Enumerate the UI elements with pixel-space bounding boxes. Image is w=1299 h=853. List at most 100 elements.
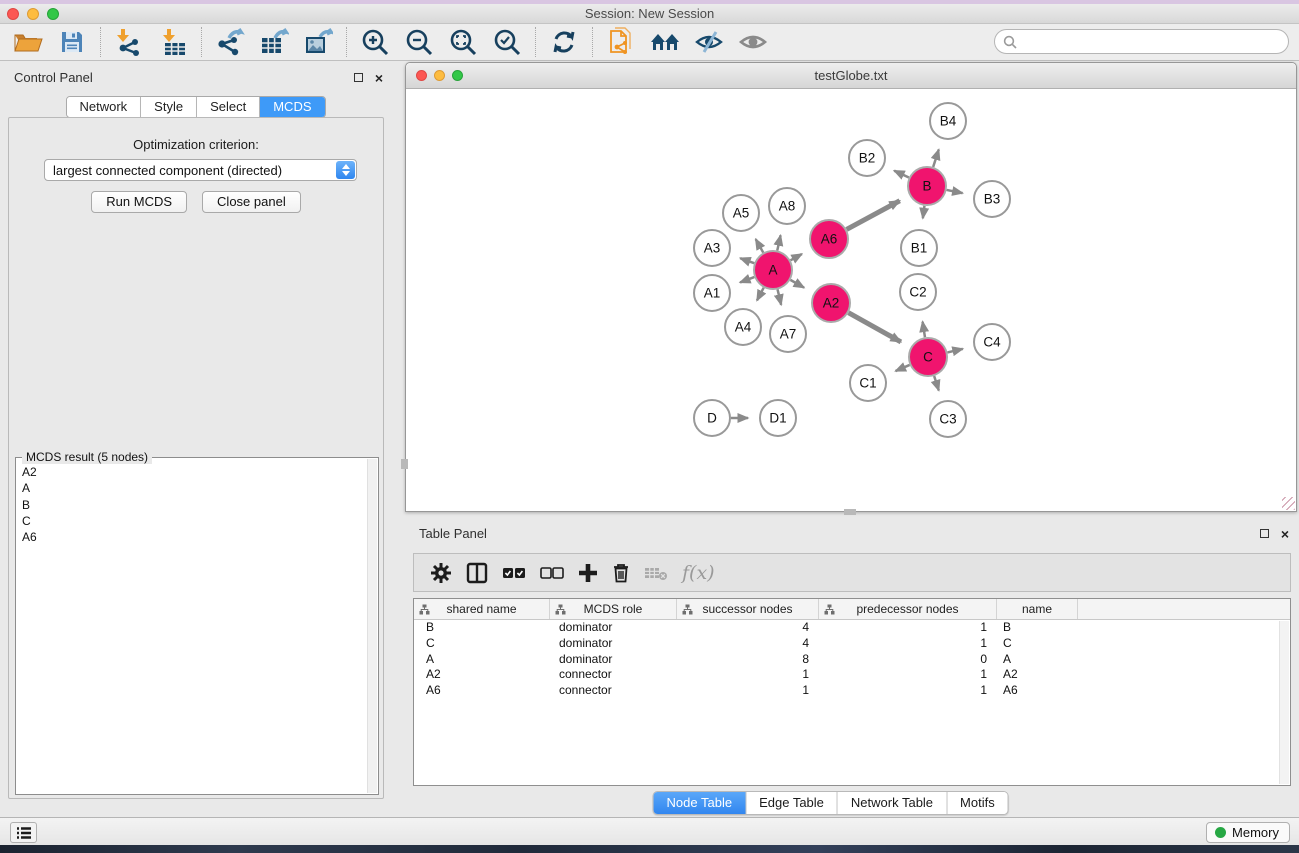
node-A5[interactable]: A5 <box>723 195 759 231</box>
node-A[interactable]: A <box>754 251 792 289</box>
table-row[interactable]: A6connector11A6 <box>414 683 1290 699</box>
node-D[interactable]: D <box>694 400 730 436</box>
cell[interactable]: dominator <box>550 636 677 652</box>
float-panel-icon[interactable] <box>354 73 363 82</box>
result-item[interactable]: A <box>18 480 366 496</box>
edge-A-A7[interactable] <box>778 289 782 304</box>
edge-C-C3[interactable] <box>934 376 939 390</box>
result-item[interactable]: B <box>18 497 366 513</box>
delete-column-button[interactable] <box>612 558 630 588</box>
edge-A-A4[interactable] <box>757 288 764 301</box>
cell[interactable]: 4 <box>677 636 819 652</box>
import-table-button[interactable] <box>154 26 192 58</box>
node-B3[interactable]: B3 <box>974 181 1010 217</box>
edge-A-A3[interactable] <box>740 258 754 263</box>
cell[interactable]: 1 <box>677 667 819 683</box>
node-A1[interactable]: A1 <box>694 275 730 311</box>
zoom-selected-button[interactable] <box>488 26 526 58</box>
search-field[interactable] <box>994 29 1289 54</box>
show-task-history-button[interactable] <box>10 822 37 843</box>
edge-B-B1[interactable] <box>923 206 925 218</box>
network-graph[interactable]: B4B2BB3A8A5A6A3B1AC2A1A2A4A7C4CC1C3DD1 <box>406 89 1296 511</box>
cell[interactable]: 1 <box>819 620 997 636</box>
tab-network-table[interactable]: Network Table <box>838 792 947 814</box>
show-graphic-details-button[interactable] <box>734 26 772 58</box>
node-A3[interactable]: A3 <box>694 230 730 266</box>
cell[interactable]: A <box>997 652 1078 668</box>
edge-C-C1[interactable] <box>896 365 910 371</box>
zoom-in-button[interactable] <box>356 26 394 58</box>
export-image-button[interactable] <box>299 26 337 58</box>
open-session-button[interactable] <box>9 26 47 58</box>
tab-style[interactable]: Style <box>141 97 197 117</box>
node-A2[interactable]: A2 <box>812 284 850 322</box>
tab-select[interactable]: Select <box>197 97 260 117</box>
table-row[interactable]: A2connector11A2 <box>414 667 1290 683</box>
network-canvas[interactable]: B4B2BB3A8A5A6A3B1AC2A1A2A4A7C4CC1C3DD1 <box>406 89 1296 511</box>
node-B4[interactable]: B4 <box>930 103 966 139</box>
column-header-MCDS-role[interactable]: MCDS role <box>550 599 677 619</box>
node-A4[interactable]: A4 <box>725 309 761 345</box>
select-all-button[interactable] <box>502 558 526 588</box>
cell[interactable]: 1 <box>677 683 819 699</box>
new-network-from-selection-button[interactable] <box>602 26 640 58</box>
node-A7[interactable]: A7 <box>770 316 806 352</box>
unselect-all-button[interactable] <box>540 558 564 588</box>
zoom-out-button[interactable] <box>400 26 438 58</box>
node-C3[interactable]: C3 <box>930 401 966 437</box>
node-C[interactable]: C <box>909 338 947 376</box>
close-panel-button[interactable]: Close panel <box>202 191 301 213</box>
node-A6[interactable]: A6 <box>810 220 848 258</box>
edge-A2-C[interactable] <box>848 313 900 342</box>
edge-C-C2[interactable] <box>923 322 925 338</box>
cell[interactable]: C <box>997 636 1078 652</box>
function-builder-button[interactable]: f(x) <box>682 558 715 588</box>
cell[interactable]: 1 <box>819 667 997 683</box>
cell[interactable]: C <box>414 636 550 652</box>
table-scrollbar[interactable] <box>1279 621 1289 784</box>
cell[interactable]: A6 <box>414 683 550 699</box>
edge-B-B4[interactable] <box>933 150 939 167</box>
cell[interactable]: A2 <box>997 667 1078 683</box>
column-header-shared-name[interactable]: shared name <box>414 599 550 619</box>
column-header-predecessor-nodes[interactable]: predecessor nodes <box>819 599 997 619</box>
close-panel-icon[interactable]: × <box>375 73 383 83</box>
delete-table-button[interactable] <box>644 558 668 588</box>
zoom-fit-button[interactable] <box>444 26 482 58</box>
tab-mcds[interactable]: MCDS <box>260 97 324 117</box>
edge-A-A2[interactable] <box>790 280 804 288</box>
network-horizontal-scroll-thumb[interactable] <box>844 509 856 515</box>
tab-network[interactable]: Network <box>66 97 141 117</box>
add-column-button[interactable] <box>578 558 598 588</box>
node-C2[interactable]: C2 <box>900 274 936 310</box>
table-options-button[interactable] <box>430 558 452 588</box>
edge-A6-B[interactable] <box>847 201 900 230</box>
optimization-criterion-dropdown[interactable]: largest connected component (directed) <box>44 159 357 181</box>
show-columns-button[interactable] <box>466 558 488 588</box>
result-item[interactable]: A6 <box>18 529 366 545</box>
cell[interactable]: A2 <box>414 667 550 683</box>
import-network-button[interactable] <box>110 26 148 58</box>
cell[interactable]: dominator <box>550 620 677 636</box>
hide-graphic-details-button[interactable] <box>690 26 728 58</box>
edge-A-A1[interactable] <box>740 277 754 282</box>
result-item[interactable]: A2 <box>18 464 366 480</box>
cell[interactable]: A <box>414 652 550 668</box>
edge-A-A6[interactable] <box>790 254 801 260</box>
node-B1[interactable]: B1 <box>901 230 937 266</box>
tab-motifs[interactable]: Motifs <box>947 792 1008 814</box>
node-D1[interactable]: D1 <box>760 400 796 436</box>
edge-A-A8[interactable] <box>777 235 780 250</box>
node-A8[interactable]: A8 <box>769 188 805 224</box>
result-item[interactable]: C <box>18 513 366 529</box>
window-resize-grip[interactable] <box>1282 497 1295 510</box>
node-C4[interactable]: C4 <box>974 324 1010 360</box>
float-table-panel-icon[interactable] <box>1260 529 1269 538</box>
cell[interactable]: 4 <box>677 620 819 636</box>
tab-edge-table[interactable]: Edge Table <box>746 792 838 814</box>
column-header-name[interactable]: name <box>997 599 1078 619</box>
refresh-view-button[interactable] <box>545 26 583 58</box>
cell[interactable]: connector <box>550 683 677 699</box>
show-hide-panels-button[interactable] <box>646 26 684 58</box>
memory-button[interactable]: Memory <box>1206 822 1290 843</box>
